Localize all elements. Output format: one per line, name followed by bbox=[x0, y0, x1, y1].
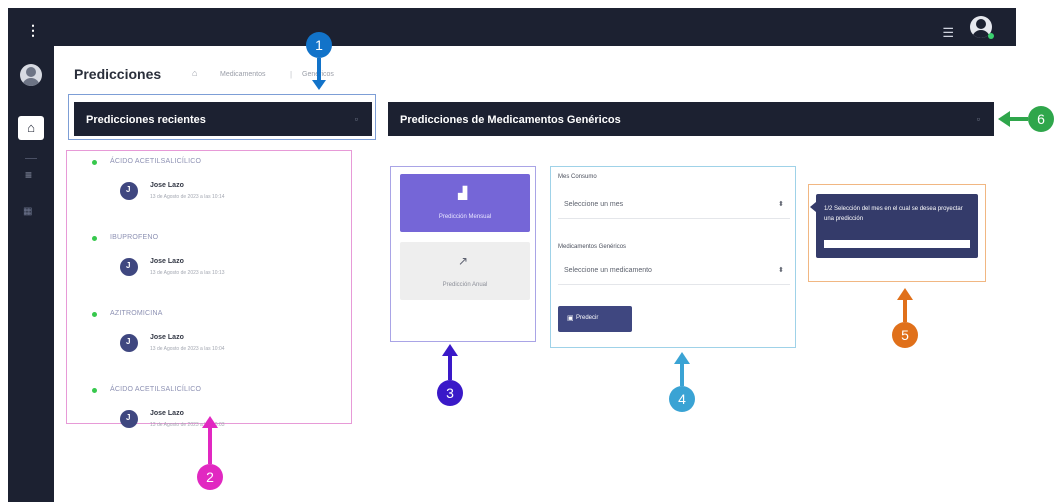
arrow-shaft bbox=[448, 356, 452, 380]
generic-predictions-header: Predicciones de Medicamentos Genéricos ▫ bbox=[388, 102, 994, 136]
monthly-prediction-label: Predicción Mensual bbox=[438, 214, 492, 220]
chevron-down-icon: ⬍ bbox=[778, 267, 784, 274]
medication-select[interactable]: Seleccione un medicamento bbox=[558, 260, 790, 282]
medication-label: Medicamentos Genéricos bbox=[558, 244, 627, 250]
vertical-dots-icon[interactable]: ⋮ bbox=[26, 22, 40, 39]
arrow-shaft bbox=[317, 58, 321, 80]
drug-name: ÁCIDO ACETILSALICÍLICO bbox=[110, 158, 202, 165]
sidebar-divider bbox=[25, 158, 37, 159]
status-dot bbox=[92, 160, 97, 165]
collapse-icon[interactable]: ▫ bbox=[355, 114, 358, 124]
status-dot bbox=[92, 312, 97, 317]
avatar: J bbox=[120, 182, 138, 200]
save-icon: ▣ bbox=[567, 315, 574, 322]
annotation-marker-2: 2 bbox=[197, 464, 223, 490]
status-dot bbox=[92, 236, 97, 241]
user-name: Jose Lazo bbox=[150, 258, 184, 265]
user-name: Jose Lazo bbox=[150, 410, 184, 417]
online-status-dot bbox=[988, 33, 994, 39]
guide-tooltip: 1/2 Selección del mes en el cual se dese… bbox=[816, 194, 978, 258]
top-bar: ☰ bbox=[8, 8, 1016, 46]
recent-predictions-header: Predicciones recientes ▫ bbox=[74, 102, 372, 136]
drug-name: AZITROMICINA bbox=[110, 310, 163, 317]
home-icon[interactable]: ⌂ bbox=[18, 116, 44, 140]
area-chart-icon: ▟ bbox=[458, 186, 468, 200]
home-icon[interactable]: ⌂ bbox=[192, 68, 197, 78]
user-name: Jose Lazo bbox=[150, 334, 184, 341]
generic-predictions-title: Predicciones de Medicamentos Genéricos bbox=[400, 114, 621, 126]
screen: ☰ ⋮ ⌂ ≡ ▦ Predicciones ⌂ Medicamentos | … bbox=[0, 0, 1060, 502]
drug-name: ÁCIDO ACETILSALICÍLICO bbox=[110, 386, 202, 393]
arrow-shaft bbox=[1010, 117, 1028, 121]
month-label: Mes Consumo bbox=[558, 174, 597, 180]
list-icon[interactable]: ☰ bbox=[942, 25, 954, 41]
line-chart-icon: ↗ bbox=[458, 254, 469, 268]
annotation-marker-3: 3 bbox=[437, 380, 463, 406]
arrow-shaft bbox=[208, 428, 212, 464]
divider bbox=[558, 218, 790, 219]
arrow-up-icon bbox=[674, 352, 690, 364]
timestamp: 13 de Agosto de 2023 a las 10:13 bbox=[150, 270, 225, 276]
status-dot bbox=[92, 388, 97, 393]
avatar: J bbox=[120, 334, 138, 352]
drug-name: IBUPROFENO bbox=[110, 234, 159, 241]
annual-prediction-button[interactable]: ↗ Predicción Anual bbox=[400, 242, 530, 300]
tooltip-text: 1/2 Selección del mes en el cual se dese… bbox=[824, 206, 963, 222]
arrow-shaft bbox=[680, 364, 684, 386]
avatar: J bbox=[120, 258, 138, 276]
annotation-marker-6: 6 bbox=[1028, 106, 1054, 132]
chart-icon[interactable]: ▦ bbox=[23, 206, 32, 217]
main-content: Predicciones ⌂ Medicamentos | Genéricos … bbox=[54, 46, 1016, 502]
arrow-up-icon bbox=[202, 416, 218, 428]
list-icon[interactable]: ≡ bbox=[25, 168, 32, 182]
annotation-marker-4: 4 bbox=[669, 386, 695, 412]
tooltip-progress-bar bbox=[824, 240, 970, 248]
page-title: Predicciones bbox=[74, 66, 162, 82]
predict-button[interactable]: ▣ Predecir bbox=[558, 306, 632, 332]
recent-predictions-title: Predicciones recientes bbox=[86, 114, 206, 126]
monthly-prediction-button[interactable]: ▟ Predicción Mensual bbox=[400, 174, 530, 232]
annotation-marker-1: 1 bbox=[306, 32, 332, 58]
breadcrumb-separator: | bbox=[290, 70, 293, 79]
arrow-down-icon bbox=[312, 80, 326, 90]
arrow-shaft bbox=[903, 300, 907, 322]
breadcrumb-item-medicamentos[interactable]: Medicamentos bbox=[220, 71, 266, 78]
timestamp: 13 de Agosto de 2023 a las 10:14 bbox=[150, 194, 225, 200]
annotation-box-2 bbox=[66, 150, 352, 424]
arrow-up-icon bbox=[897, 288, 913, 300]
sidebar: ⋮ ⌂ ≡ ▦ bbox=[8, 8, 54, 502]
arrow-up-icon bbox=[442, 344, 458, 356]
timestamp: 13 de Agosto de 2023 a las 10:04 bbox=[150, 346, 225, 352]
annotation-marker-5: 5 bbox=[892, 322, 918, 348]
divider bbox=[558, 284, 790, 285]
chevron-down-icon: ⬍ bbox=[778, 201, 784, 208]
annual-prediction-label: Predicción Anual bbox=[442, 282, 488, 288]
arrow-left-icon bbox=[998, 111, 1010, 127]
predict-label: Predecir bbox=[576, 315, 599, 321]
user-name: Jose Lazo bbox=[150, 182, 184, 189]
sidebar-avatar[interactable] bbox=[20, 64, 42, 86]
avatar: J bbox=[120, 410, 138, 428]
collapse-icon[interactable]: ▫ bbox=[977, 114, 980, 124]
month-select[interactable]: Seleccione un mes bbox=[558, 194, 790, 216]
